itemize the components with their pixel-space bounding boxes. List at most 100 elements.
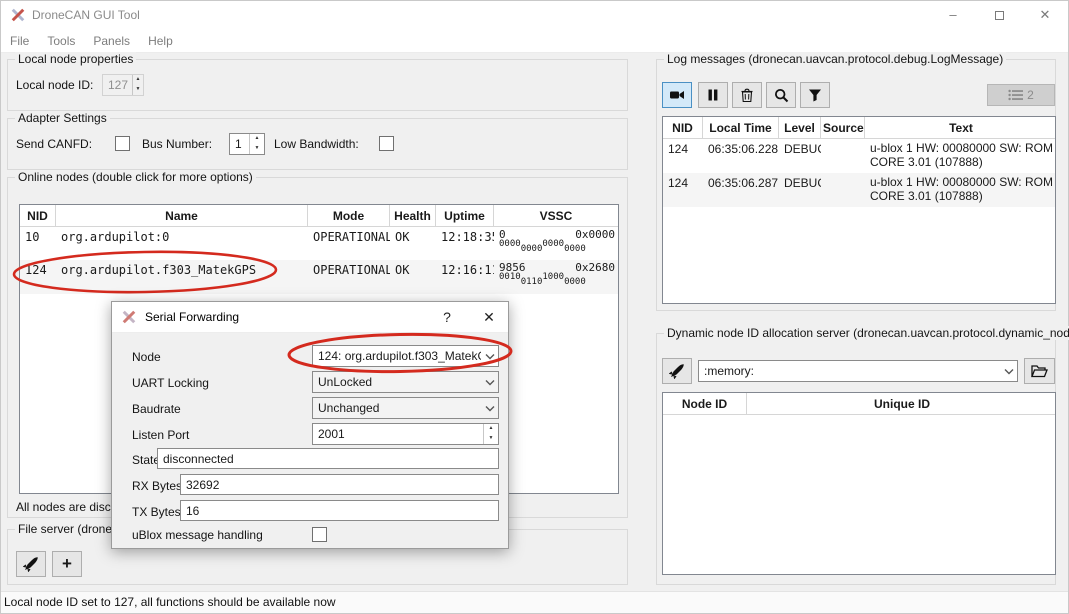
local-node-id-value: 127 [103, 75, 132, 95]
uart-locking-combobox[interactable]: UnLocked [312, 371, 499, 393]
alloc-start-button[interactable] [662, 358, 692, 384]
group-label: Dynamic node ID allocation server (drone… [664, 326, 1069, 340]
chevron-down-icon [1004, 368, 1014, 375]
menu-help[interactable]: Help [139, 29, 182, 53]
cell-vssc: 00x0000 0000000000000000 [494, 227, 618, 260]
alloc-browse-button[interactable] [1024, 358, 1055, 384]
online-nodes-header[interactable]: NID Name Mode Health Uptime VSSC [20, 205, 618, 227]
group-label: Online nodes (double click for more opti… [15, 170, 256, 184]
col-nid[interactable]: NID [663, 117, 703, 138]
status-bar: Local node ID set to 127, all functions … [1, 591, 1068, 613]
col-node-id[interactable]: Node ID [663, 393, 747, 414]
low-bandwidth-checkbox[interactable] [379, 136, 394, 151]
video-camera-icon [669, 87, 685, 103]
window-title: DroneCAN GUI Tool [32, 1, 140, 29]
menu-file[interactable]: File [1, 29, 38, 53]
ublox-handling-checkbox[interactable] [312, 527, 327, 542]
col-local-time[interactable]: Local Time [703, 117, 779, 138]
listen-port-label: Listen Port [132, 428, 189, 442]
cell-nid: 10 [20, 227, 56, 260]
log-header[interactable]: NID Local Time Level Source Text [663, 117, 1055, 139]
alloc-db-value: :memory: [704, 364, 1000, 378]
minimize-button[interactable]: – [930, 1, 976, 29]
dialog-title: Serial Forwarding [145, 302, 239, 333]
log-record-button[interactable] [662, 82, 692, 108]
dialog-help-button[interactable]: ? [430, 302, 464, 333]
menu-tools[interactable]: Tools [38, 29, 84, 53]
log-table[interactable]: NID Local Time Level Source Text 124 06:… [662, 116, 1056, 304]
baudrate-value: Unchanged [318, 401, 481, 415]
trash-icon [740, 88, 754, 103]
chevron-down-icon [485, 353, 495, 360]
col-level[interactable]: Level [779, 117, 821, 138]
col-unique-id[interactable]: Unique ID [747, 393, 1057, 414]
file-server-add-path-button[interactable]: + [52, 551, 82, 577]
col-name[interactable]: Name [56, 205, 308, 226]
close-button[interactable]: ✕ [1022, 1, 1068, 29]
spin-arrows-icon[interactable]: ▲▼ [249, 134, 264, 154]
app-logo-icon [11, 8, 25, 22]
cell-local-time: 06:35:06.287 [703, 173, 779, 207]
table-row[interactable]: 124 06:35:06.287 DEBUG u-blox 1 HW: 0008… [663, 173, 1055, 207]
col-uptime[interactable]: Uptime [436, 205, 494, 226]
bus-number-value: 1 [230, 134, 249, 154]
table-row[interactable]: 124 org.ardupilot.f303_MatekGPS OPERATIO… [20, 260, 618, 294]
tx-bytes-field[interactable]: 16 [180, 500, 499, 521]
table-row[interactable]: 10 org.ardupilot:0 OPERATIONAL OK 12:18:… [20, 227, 618, 260]
cell-level: DEBUG [779, 139, 821, 173]
bus-number-spinbox[interactable]: 1 ▲▼ [229, 133, 265, 155]
group-adapter-settings: Adapter Settings Send CANFD: Bus Number:… [7, 118, 628, 170]
listen-port-spinbox[interactable]: 2001 ▲▼ [312, 423, 499, 445]
cell-text: u-blox 1 HW: 00080000 SW: ROM CORE 3.01 … [865, 139, 1057, 173]
alloc-header[interactable]: Node ID Unique ID [663, 393, 1055, 415]
rocket-icon [669, 363, 685, 379]
file-server-start-button[interactable] [16, 551, 46, 577]
table-row[interactable]: 124 06:35:06.228 DEBUG u-blox 1 HW: 0008… [663, 139, 1055, 173]
menu-bar: File Tools Panels Help [1, 29, 1068, 53]
cell-local-time: 06:35:06.228 [703, 139, 779, 173]
node-combobox[interactable]: 124: org.ardupilot.f303_MatekGPS [312, 345, 499, 367]
cell-mode: OPERATIONAL [308, 227, 390, 260]
col-source[interactable]: Source [821, 117, 865, 138]
log-pause-button[interactable] [698, 82, 728, 108]
serial-forwarding-dialog: Serial Forwarding ? ✕ Node 124: org.ardu… [111, 301, 509, 549]
cell-nid: 124 [20, 260, 56, 294]
folder-open-icon [1031, 364, 1048, 378]
cell-nid: 124 [663, 139, 703, 173]
list-icon [1008, 89, 1024, 101]
col-mode[interactable]: Mode [308, 205, 390, 226]
alloc-table[interactable]: Node ID Unique ID [662, 392, 1056, 575]
col-text[interactable]: Text [865, 117, 1057, 138]
group-label: Local node properties [15, 52, 136, 66]
baudrate-combobox[interactable]: Unchanged [312, 397, 499, 419]
send-canfd-checkbox[interactable] [115, 136, 130, 151]
col-nid[interactable]: NID [20, 205, 56, 226]
menu-panels[interactable]: Panels [84, 29, 139, 53]
log-filter-button[interactable] [800, 82, 830, 108]
cell-uptime: 12:16:11 [436, 260, 494, 294]
dialog-close-button[interactable]: ✕ [472, 302, 506, 333]
col-vssc[interactable]: VSSC [494, 205, 618, 226]
cell-level: DEBUG [779, 173, 821, 207]
cell-health: OK [390, 227, 436, 260]
alloc-db-combobox[interactable]: :memory: [698, 360, 1018, 382]
rocket-icon [23, 556, 39, 572]
maximize-icon [995, 11, 1004, 20]
uart-locking-value: UnLocked [318, 375, 481, 389]
local-node-id-label: Local node ID: [16, 78, 93, 92]
log-search-button[interactable] [766, 82, 796, 108]
rx-bytes-field[interactable]: 32692 [180, 474, 499, 495]
col-health[interactable]: Health [390, 205, 436, 226]
listen-port-value: 2001 [313, 424, 483, 444]
chevron-down-icon [485, 405, 495, 412]
search-icon [774, 88, 789, 103]
local-node-id-spinbox: 127 ▲▼ [102, 74, 144, 96]
group-label: Adapter Settings [15, 111, 110, 125]
log-clear-button[interactable] [732, 82, 762, 108]
cell-mode: OPERATIONAL [308, 260, 390, 294]
state-field[interactable]: disconnected [157, 448, 499, 469]
cell-text: u-blox 1 HW: 00080000 SW: ROM CORE 3.01 … [865, 173, 1057, 207]
cell-vssc: 98560x2680 0010011010000000 [494, 260, 618, 294]
maximize-button[interactable] [976, 1, 1022, 29]
spin-arrows-icon[interactable]: ▲▼ [483, 424, 498, 444]
